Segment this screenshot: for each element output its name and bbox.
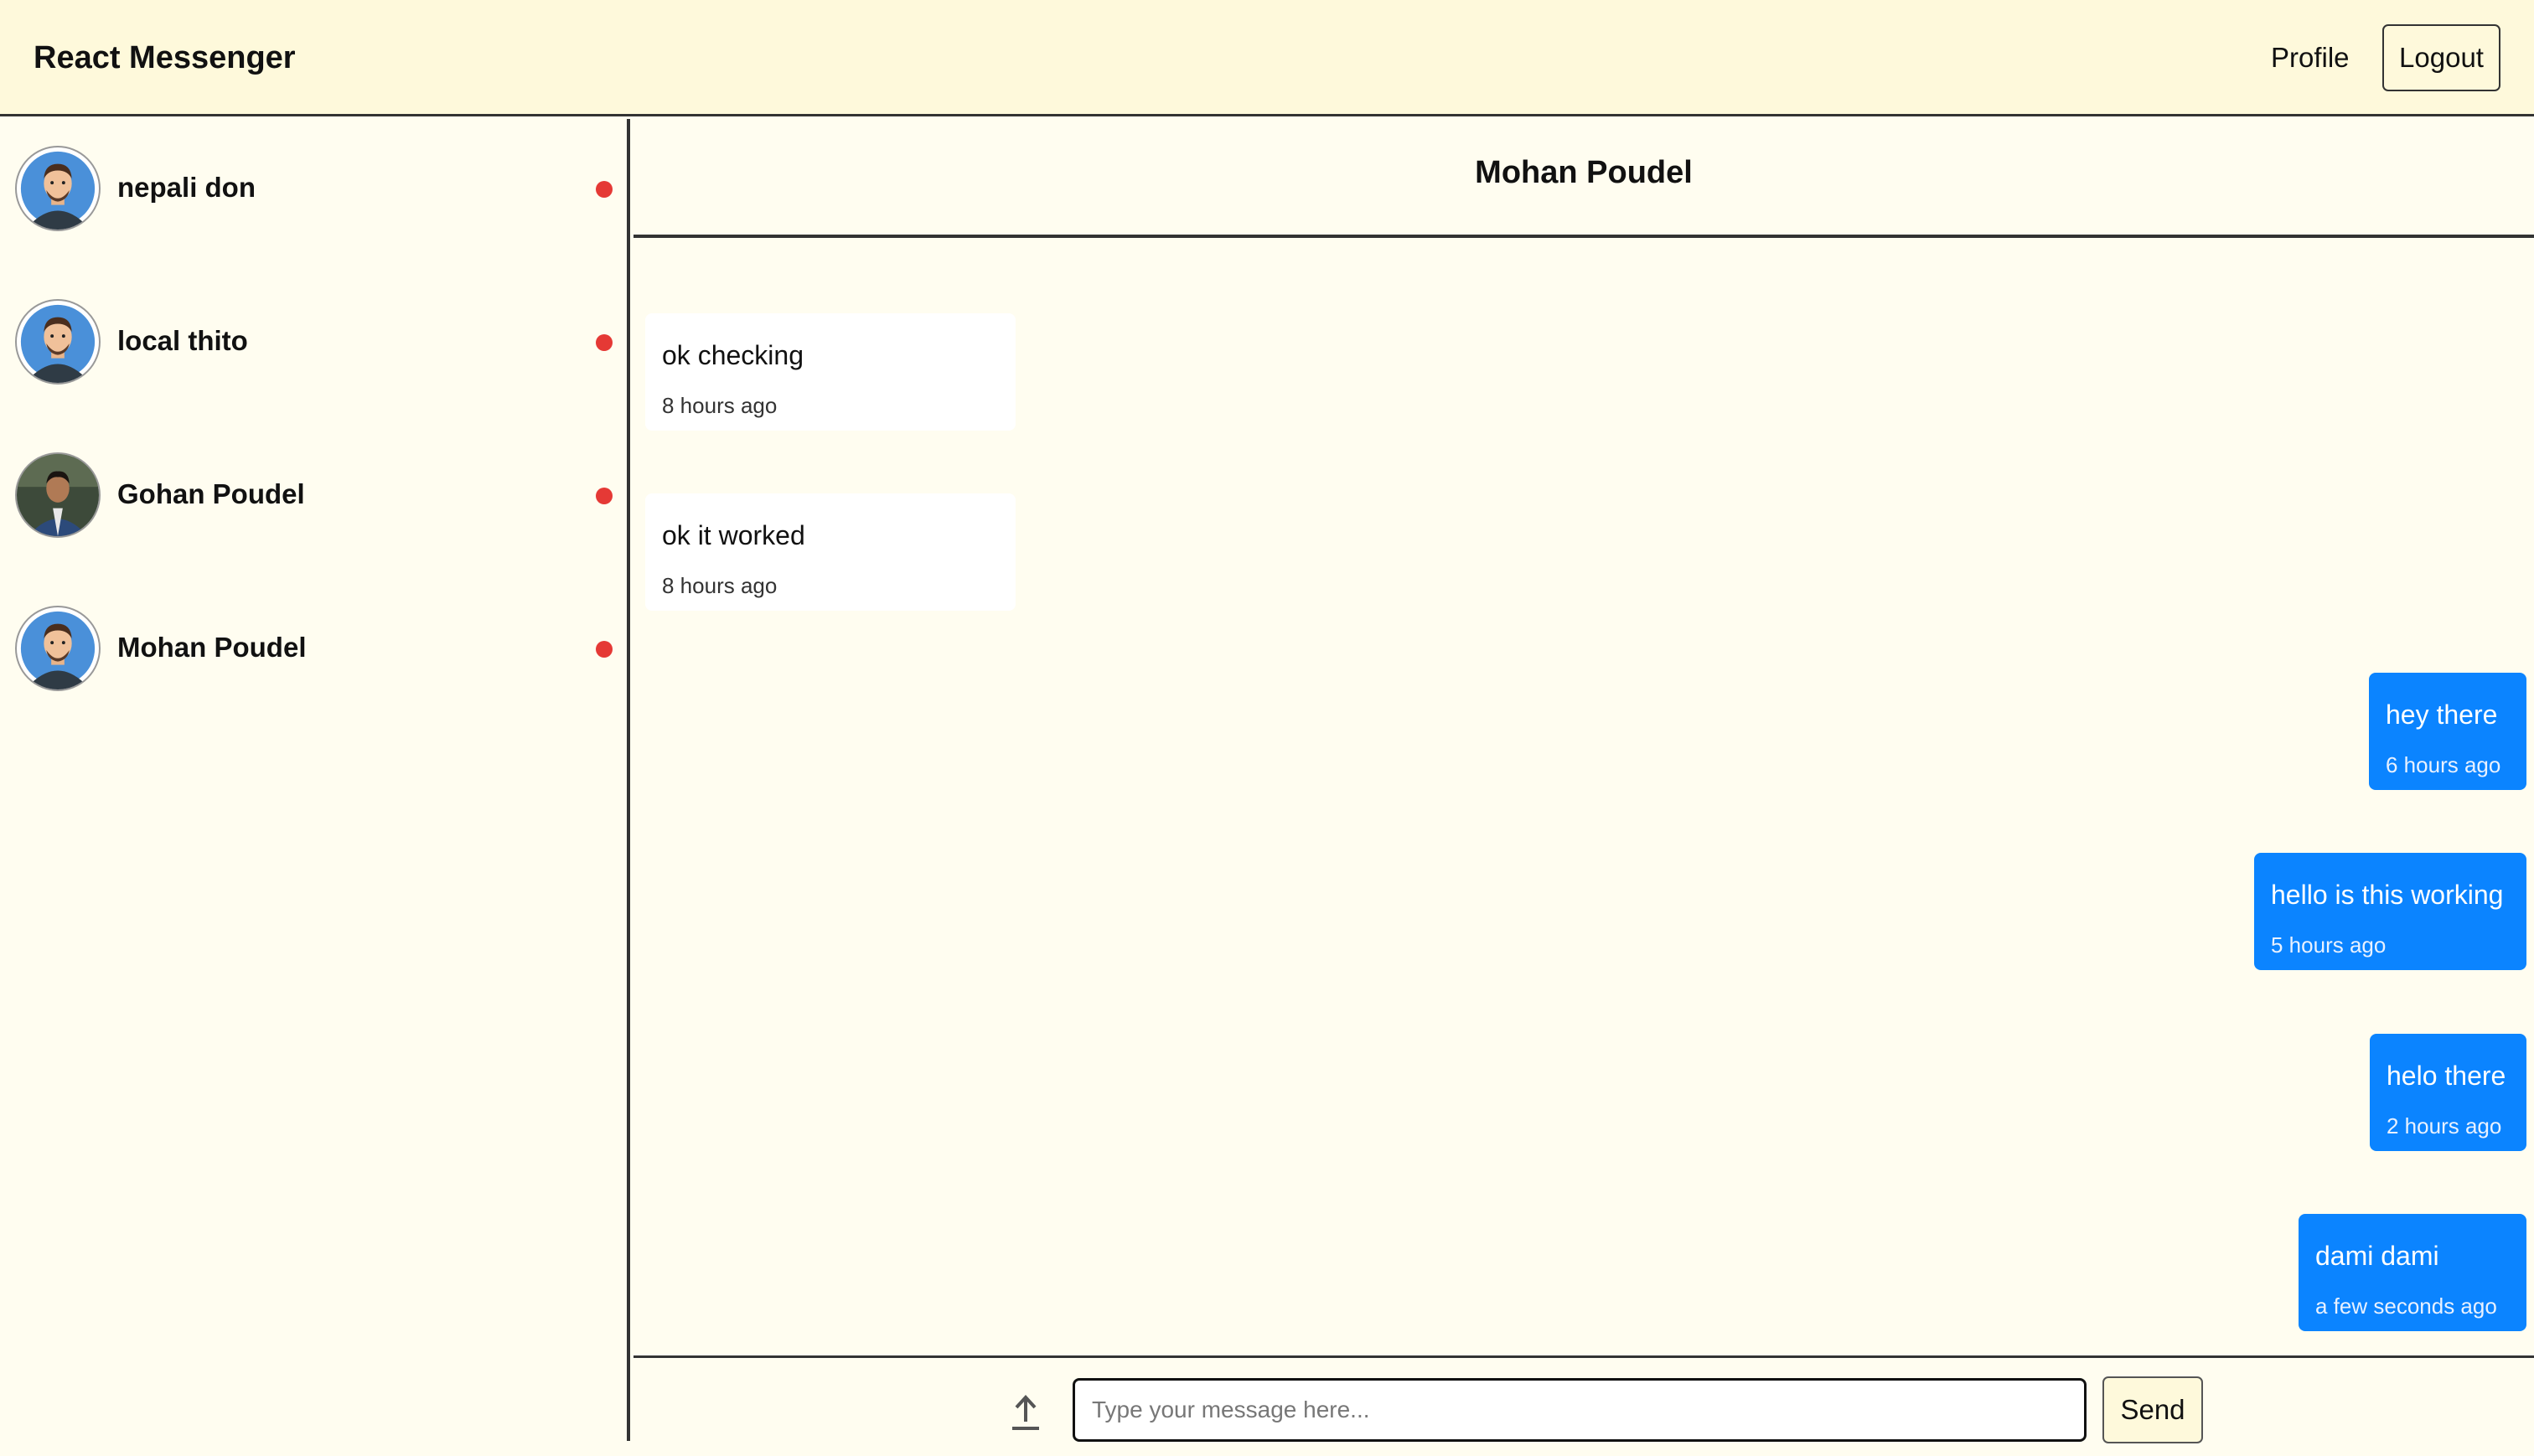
cartoon-avatar-icon (15, 606, 101, 691)
contacts-sidebar: nepali don local thito Gohan Poudel Moha… (0, 119, 630, 1441)
upload-arrow-icon[interactable] (1009, 1393, 1042, 1432)
message-input[interactable] (1073, 1378, 2087, 1442)
message-bubble-incoming: ok it worked 8 hours ago (645, 493, 1016, 611)
message-text: hello is this working (2271, 880, 2504, 910)
message-text: ok checking (662, 340, 804, 370)
photo-avatar (15, 452, 101, 538)
logout-button[interactable]: Logout (2382, 24, 2500, 91)
contact-name: nepali don (117, 172, 256, 203)
status-dot (596, 334, 613, 351)
contact-item-local-thito[interactable]: local thito (15, 299, 617, 386)
message-text: ok it worked (662, 520, 805, 550)
status-dot (596, 641, 613, 658)
message-bubble-outgoing: hey there 6 hours ago (2369, 673, 2526, 790)
app-brand[interactable]: React Messenger (34, 37, 296, 79)
top-navbar: React Messenger Profile Logout (0, 0, 2534, 116)
contact-name: Gohan Poudel (117, 478, 305, 509)
contact-item-gohan-poudel[interactable]: Gohan Poudel (15, 452, 617, 540)
message-text: hey there (2386, 700, 2498, 730)
contact-item-mohan-poudel[interactable]: Mohan Poudel (15, 606, 617, 693)
message-timestamp: a few seconds ago (2315, 1293, 2497, 1319)
chat-header: Mohan Poudel (634, 119, 2534, 238)
status-dot (596, 181, 613, 198)
message-timestamp: 2 hours ago (2387, 1113, 2502, 1138)
cartoon-avatar-icon (15, 299, 101, 385)
message-timestamp: 8 hours ago (662, 573, 778, 598)
profile-link[interactable]: Profile (2271, 37, 2350, 79)
message-bubble-incoming: ok checking 8 hours ago (645, 313, 1016, 431)
contact-item-nepali-don[interactable]: nepali don (15, 146, 617, 233)
message-timestamp: 8 hours ago (662, 393, 778, 418)
message-text: helo there (2387, 1061, 2506, 1091)
message-composer: Send (634, 1355, 2534, 1443)
contact-name: local thito (117, 325, 248, 356)
cartoon-avatar-icon (15, 146, 101, 231)
status-dot (596, 488, 613, 504)
contact-name: Mohan Poudel (117, 632, 307, 663)
message-bubble-outgoing: dami dami a few seconds ago (2299, 1214, 2526, 1331)
message-text: dami dami (2315, 1241, 2439, 1271)
message-timestamp: 5 hours ago (2271, 932, 2387, 958)
message-timestamp: 6 hours ago (2386, 752, 2501, 777)
chat-title: Mohan Poudel (1475, 154, 1693, 190)
send-button[interactable]: Send (2102, 1376, 2203, 1443)
message-bubble-outgoing: helo there 2 hours ago (2370, 1034, 2526, 1151)
message-bubble-outgoing: hello is this working 5 hours ago (2254, 853, 2526, 970)
